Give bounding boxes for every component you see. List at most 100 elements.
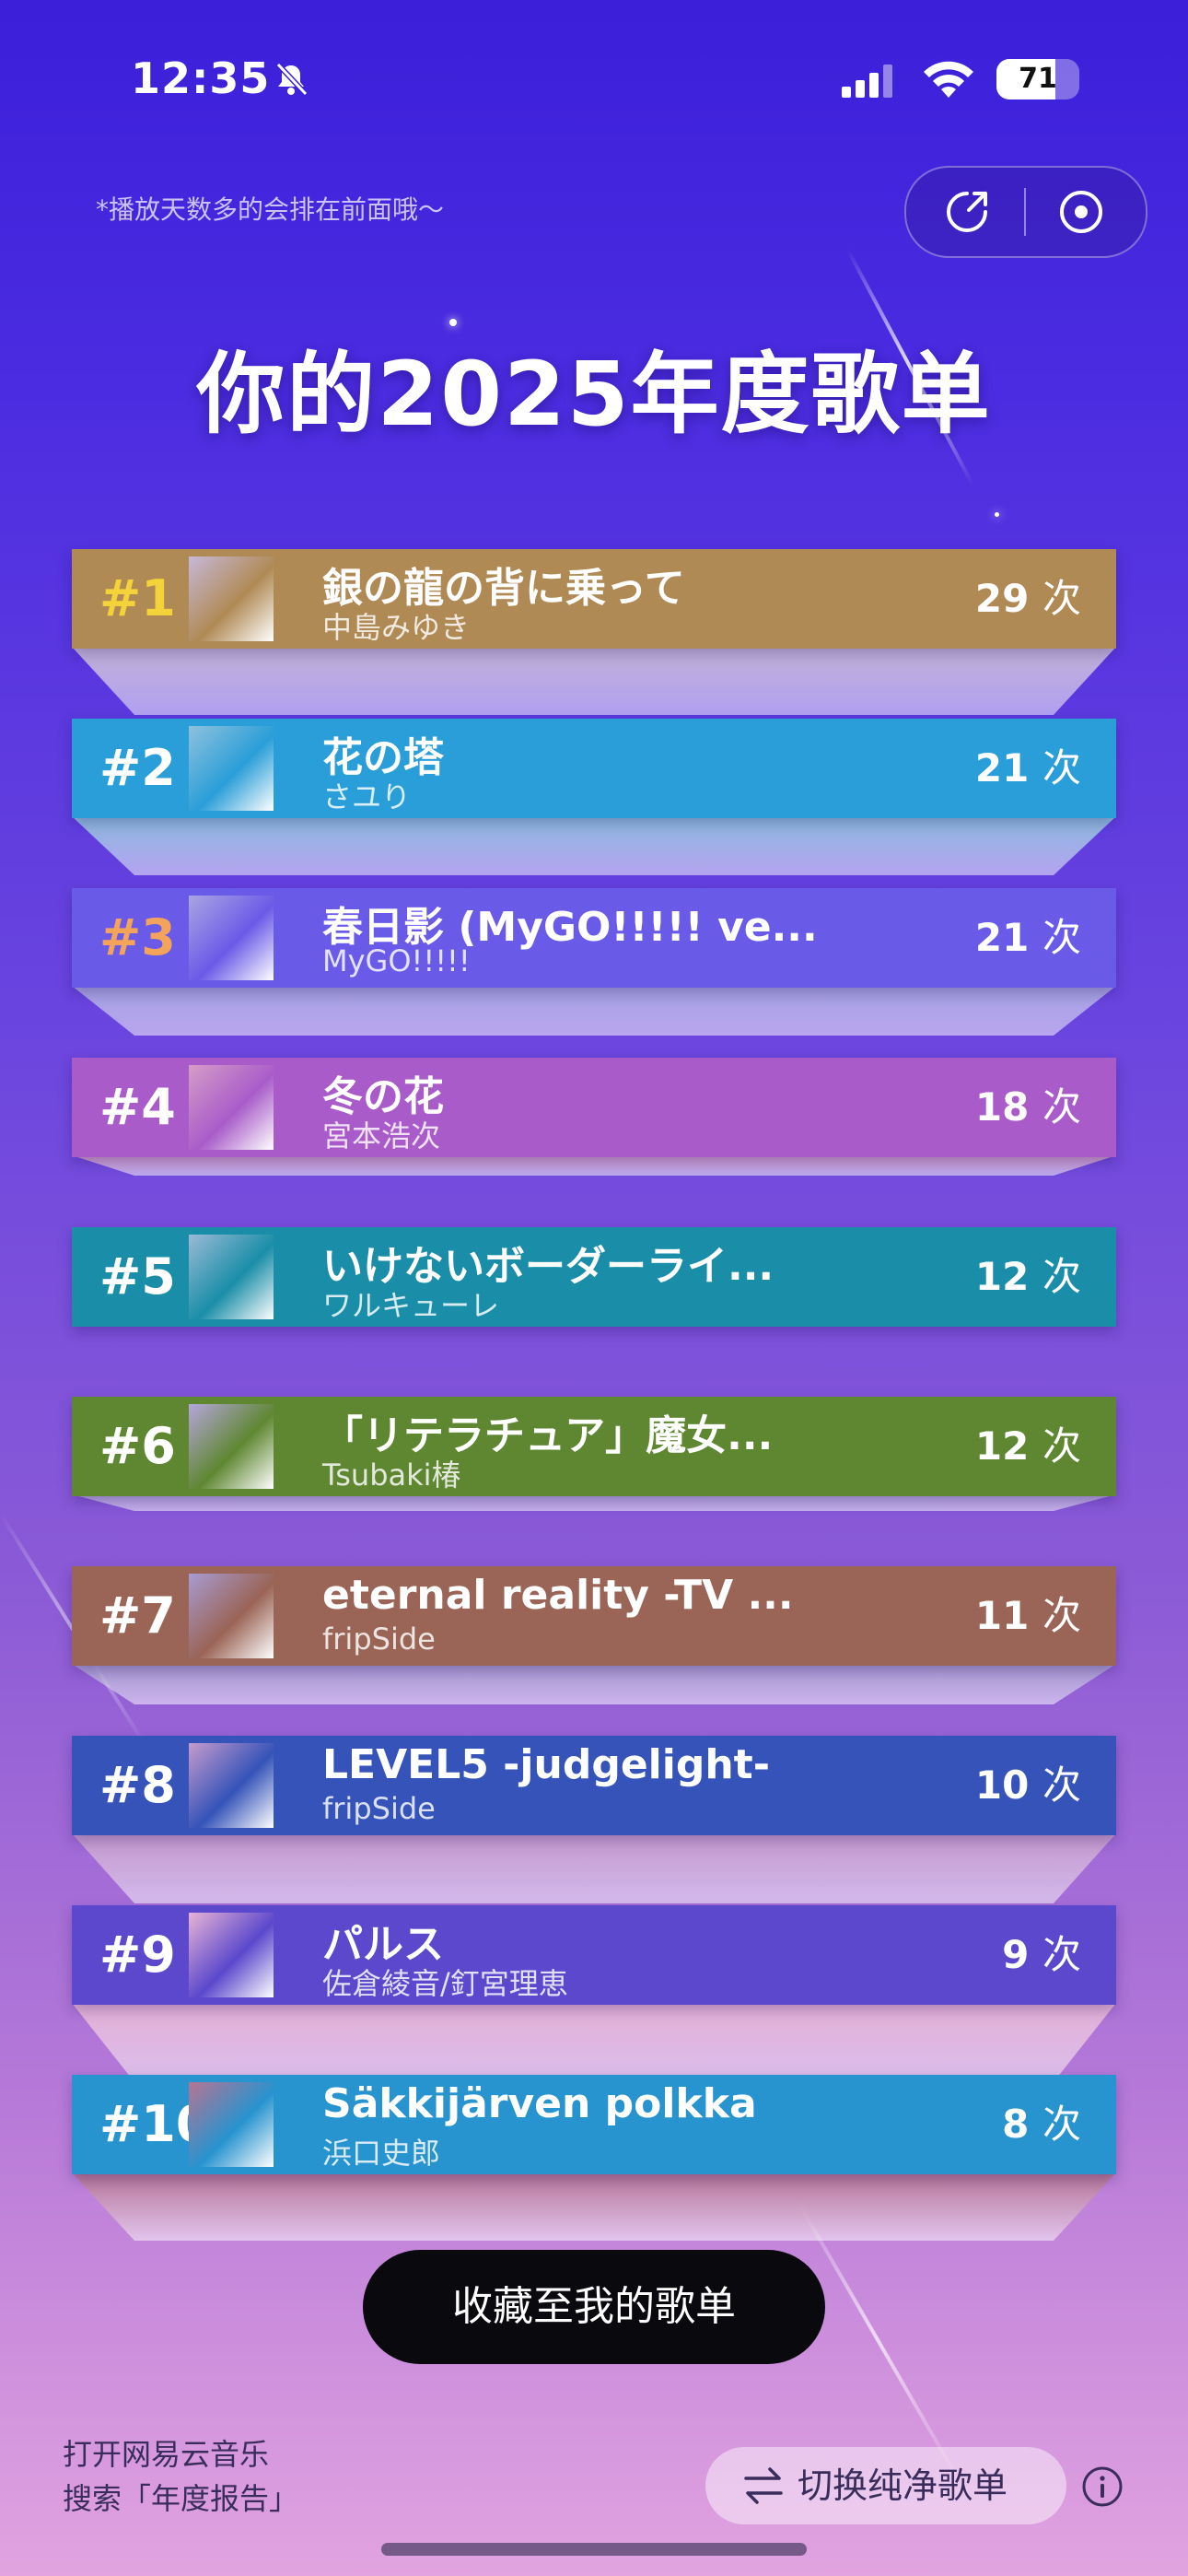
play-count: 21 次 <box>975 888 1081 988</box>
album-cover-icon <box>189 1913 274 1997</box>
play-count: 11 次 <box>975 1566 1081 1666</box>
track-row[interactable]: #6 「リテラチュア」魔女... Tsubaki椿 12 次 <box>72 1397 1116 1496</box>
track-artist: 中島みゆき <box>322 610 471 645</box>
play-count-unit: 次 <box>1042 1423 1081 1469</box>
track-artist: 浜口史郎 <box>322 2136 441 2171</box>
swap-arrows-icon <box>744 2467 783 2504</box>
footer-instructions: 打开网易云音乐 搜索「年度报告」 <box>63 2432 298 2521</box>
track-row[interactable]: #3 春日影 (MyGO!!!!! ve... MyGO!!!!! 21 次 <box>72 888 1116 988</box>
album-cover-icon <box>189 556 274 641</box>
track-rank: #9 <box>99 1926 176 1984</box>
top-action-group <box>904 166 1147 258</box>
home-indicator[interactable] <box>381 2543 807 2556</box>
album-slab <box>72 2172 1116 2241</box>
play-count-unit: 次 <box>1042 745 1081 790</box>
play-count: 21 次 <box>975 719 1081 818</box>
cellular-signal-icon <box>842 64 892 98</box>
play-count-number: 29 <box>974 576 1030 621</box>
play-count-unit: 次 <box>1042 2102 1081 2147</box>
track-artist: fripSide <box>322 1791 436 1826</box>
track-artist: さユり <box>322 779 412 814</box>
track-row[interactable]: #5 いけないボーダーライ... ワルキューレ 12 次 <box>72 1227 1116 1327</box>
battery-indicator: 71 <box>996 59 1079 100</box>
album-cover-icon <box>189 1574 274 1658</box>
album-slab <box>72 1155 1116 1176</box>
status-time: 12:35 <box>131 53 271 103</box>
play-count: 9 次 <box>1002 1905 1081 2005</box>
track-artist: MyGO!!!!! <box>322 943 471 978</box>
share-arrow-icon[interactable] <box>943 188 991 236</box>
play-count: 12 次 <box>975 1227 1081 1327</box>
play-count-number: 21 <box>974 745 1030 790</box>
album-slab <box>72 1664 1116 1704</box>
track-row[interactable]: #7 eternal reality -TV ... fripSide 11 次 <box>72 1566 1116 1666</box>
star <box>995 512 999 517</box>
track-artist: fripSide <box>322 1622 436 1657</box>
album-cover-icon <box>189 1404 274 1489</box>
play-count: 8 次 <box>1002 2075 1081 2174</box>
collect-to-playlist-button[interactable]: 收藏至我的歌单 <box>363 2250 825 2364</box>
track-artist: 宮本浩次 <box>322 1118 441 1153</box>
album-cover-icon <box>189 1235 274 1319</box>
play-count-unit: 次 <box>1042 1254 1081 1299</box>
track-artist: 佐倉綾音/釘宮理恵 <box>322 1966 568 2001</box>
track-row[interactable]: #1 銀の龍の背に乗って 中島みゆき 29 次 <box>72 549 1116 649</box>
play-count-number: 18 <box>974 1084 1030 1130</box>
album-cover-icon <box>189 896 274 980</box>
play-count-number: 10 <box>974 1762 1030 1808</box>
album-cover-icon <box>189 726 274 811</box>
album-slab <box>72 816 1116 875</box>
album-slab <box>72 1833 1116 1903</box>
album-cover-icon <box>189 1743 274 1828</box>
album-slab <box>72 2003 1116 2082</box>
play-count: 29 次 <box>975 549 1081 649</box>
play-count-number: 21 <box>974 915 1030 960</box>
track-artist: Tsubaki椿 <box>322 1458 461 1493</box>
page-title: 你的2025年度歌单 <box>196 343 992 446</box>
play-count-number: 8 <box>1002 2102 1030 2147</box>
album-slab <box>72 986 1116 1036</box>
track-rank: #8 <box>99 1756 176 1814</box>
wifi-icon <box>924 61 973 98</box>
switch-clean-playlist-label: 切换纯净歌单 <box>798 2465 1008 2506</box>
track-list: #1 銀の龍の背に乗って 中島みゆき 29 次 #2 花の塔 さユり 21 次 #3 春日影 (M… <box>72 549 1116 2241</box>
play-count: 10 次 <box>975 1736 1081 1835</box>
battery-percentage: 71 <box>1019 63 1057 95</box>
track-rank: #4 <box>99 1078 176 1136</box>
track-title: Säkkijärven polkka <box>322 2080 757 2127</box>
track-title: eternal reality -TV ... <box>322 1572 794 1619</box>
track-rank: #3 <box>99 908 176 966</box>
album-slab <box>72 647 1116 715</box>
track-rank: #6 <box>99 1417 176 1475</box>
footer-line-1: 打开网易云音乐 <box>63 2437 270 2472</box>
track-row[interactable]: #9 パルス 佐倉綾音/釘宮理恵 9 次 <box>72 1905 1116 2005</box>
target-icon[interactable] <box>1057 188 1105 236</box>
play-count-number: 9 <box>1002 1932 1030 1977</box>
track-rank: #7 <box>99 1587 176 1645</box>
play-count-unit: 次 <box>1042 1762 1081 1808</box>
play-count: 12 次 <box>975 1397 1081 1496</box>
switch-clean-playlist-button[interactable]: 切换纯净歌单 <box>705 2447 1066 2524</box>
play-count-unit: 次 <box>1042 1593 1081 1638</box>
track-title: LEVEL5 -judgelight- <box>322 1741 770 1788</box>
play-count: 18 次 <box>975 1058 1081 1157</box>
play-count-number: 12 <box>974 1423 1030 1469</box>
sort-hint: *播放天数多的会排在前面哦～ <box>96 194 445 225</box>
bell-muted-icon <box>275 62 309 97</box>
track-rank: #2 <box>99 739 176 797</box>
track-row[interactable]: #8 LEVEL5 -judgelight-fripSide 10 次 <box>72 1736 1116 1835</box>
album-slab <box>72 1494 1116 1511</box>
album-cover-icon <box>189 1065 274 1150</box>
play-count-number: 11 <box>974 1593 1030 1638</box>
play-count-unit: 次 <box>1042 1932 1081 1977</box>
play-count-unit: 次 <box>1042 576 1081 621</box>
footer-line-2: 搜索「年度报告」 <box>63 2481 299 2516</box>
album-cover-icon <box>189 2082 274 2167</box>
info-icon[interactable] <box>1081 2465 1124 2508</box>
track-row[interactable]: #10 Säkkijärven polkka 浜口史郎 8 次 <box>72 2075 1116 2174</box>
track-row[interactable]: #2 花の塔 さユり 21 次 <box>72 719 1116 818</box>
track-artist: ワルキューレ <box>322 1288 500 1323</box>
action-divider <box>1024 188 1026 236</box>
play-count-number: 12 <box>974 1254 1030 1299</box>
track-row[interactable]: #4 冬の花 宮本浩次 18 次 <box>72 1058 1116 1157</box>
